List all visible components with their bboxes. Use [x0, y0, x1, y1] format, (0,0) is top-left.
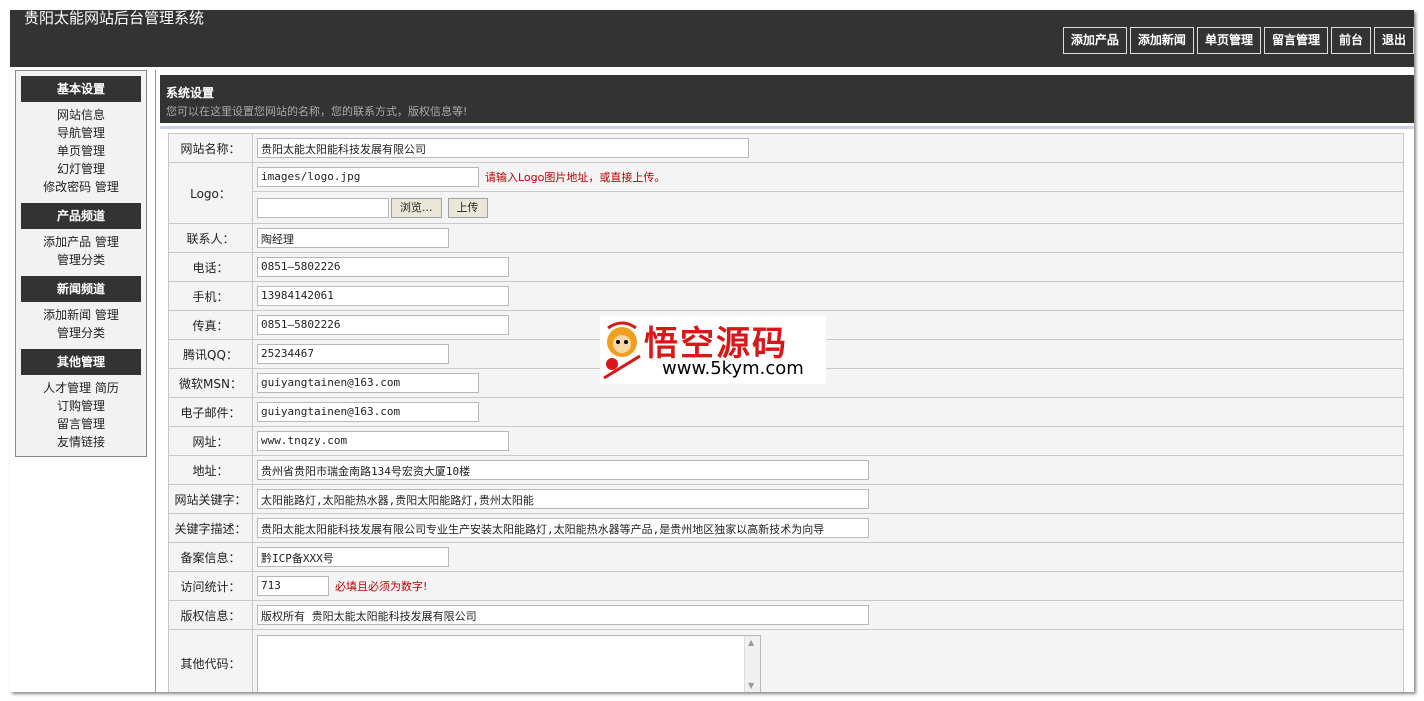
textarea-scrollbar[interactable]: ▲ ▼ [744, 635, 760, 692]
section-header: 系统设置 您可以在这里设置您网站的名称，您的联系方式，版权信息等! [160, 75, 1414, 123]
sidebar-item-add-news[interactable]: 添加新闻 [43, 308, 91, 322]
other-code-textarea[interactable]: ▲ ▼ [257, 634, 761, 692]
settings-form: 网站名称： 贵阳太能太阳能科技发展有限公司 Logo： images/logo.… [168, 133, 1404, 692]
fax-input[interactable]: 0851—5802226 [257, 315, 509, 335]
url-label: 网址： [168, 426, 253, 456]
address-input[interactable]: 贵州省贵阳市瑞金南路134号宏资大厦10楼 [257, 460, 869, 480]
address-label: 地址： [168, 455, 253, 485]
nav-page-manage-button[interactable]: 单页管理 [1196, 27, 1261, 54]
sidebar-item-nav-manage[interactable]: 导航管理 [57, 126, 105, 140]
watermark-url: www.5kym.com [662, 358, 804, 379]
stats-hint: 必填且必须为数字! [335, 580, 428, 593]
sidebar-group-title: 其他管理 [21, 349, 141, 375]
nav-add-product-button[interactable]: 添加产品 [1062, 27, 1127, 54]
sidebar-item-page-manage[interactable]: 单页管理 [57, 144, 105, 158]
upload-button[interactable]: 上传 [447, 197, 488, 218]
sidebar: 基本设置 网站信息 导航管理 单页管理 幻灯管理 修改密码 管理 产品频道 添加… [15, 70, 147, 457]
contact-label: 联系人： [168, 223, 253, 253]
url-input[interactable]: www.tnqzy.com [257, 431, 509, 451]
watermark-logo: 悟空源码 www.5kym.com [600, 316, 826, 384]
nav-add-news-button[interactable]: 添加新闻 [1129, 27, 1194, 54]
other-code-label: 其他代码： [168, 629, 253, 692]
copyright-label: 版权信息： [168, 600, 253, 630]
email-label: 电子邮件： [168, 397, 253, 427]
qq-label: 腾讯QQ： [168, 339, 253, 369]
nav-frontend-button[interactable]: 前台 [1330, 27, 1371, 54]
browse-button[interactable]: 浏览... [391, 197, 442, 218]
icp-label: 备案信息： [168, 542, 253, 572]
mobile-label: 手机： [168, 281, 253, 311]
sidebar-item-product-category[interactable]: 管理分类 [57, 253, 105, 267]
section-description: 您可以在这里设置您网站的名称，您的联系方式，版权信息等! [166, 105, 468, 118]
sidebar-item-site-info[interactable]: 网站信息 [57, 108, 105, 122]
sidebar-item-product-manage[interactable]: 管理 [95, 235, 119, 249]
divider [160, 126, 1414, 129]
sidebar-item-message-manage[interactable]: 留言管理 [57, 417, 105, 431]
contact-input[interactable]: 陶经理 [257, 228, 449, 248]
admin-window: 贵阳太能网站后台管理系统 添加产品 添加新闻 单页管理 留言管理 前台 退出 基… [10, 10, 1414, 692]
logo-file-input[interactable] [257, 197, 389, 218]
sidebar-item-news-manage[interactable]: 管理 [95, 308, 119, 322]
sidebar-item-add-product[interactable]: 添加产品 [43, 235, 91, 249]
stats-label: 访问统计： [168, 571, 253, 601]
logo-label: Logo： [168, 162, 253, 224]
description-label: 关键字描述： [168, 513, 253, 543]
icp-input[interactable]: 黔ICP备XXX号 [257, 547, 449, 567]
site-title: 贵阳太能网站后台管理系统 [24, 10, 205, 27]
top-nav: 添加产品 添加新闻 单页管理 留言管理 前台 退出 [1060, 27, 1414, 54]
site-name-label: 网站名称： [168, 133, 253, 163]
sidebar-item-admin-manage[interactable]: 管理 [95, 180, 119, 194]
msn-input[interactable]: guiyangtainen@163.com [257, 373, 479, 393]
sidebar-item-order-manage[interactable]: 订购管理 [57, 399, 105, 413]
monkey-logo-icon [603, 321, 641, 380]
sidebar-item-friend-links[interactable]: 友情链接 [57, 435, 105, 449]
phone-label: 电话： [168, 252, 253, 282]
scroll-down-icon[interactable]: ▼ [748, 681, 754, 690]
sidebar-item-resume[interactable]: 简历 [95, 381, 119, 395]
phone-input[interactable]: 0851—5802226 [257, 257, 509, 277]
stats-input[interactable]: 713 [257, 576, 329, 596]
msn-label: 微软MSN： [168, 368, 253, 398]
email-input[interactable]: guiyangtainen@163.com [257, 402, 479, 422]
keywords-label: 网站关键字： [168, 484, 253, 514]
site-name-input[interactable]: 贵阳太能太阳能科技发展有限公司 [257, 138, 749, 158]
keywords-input[interactable]: 太阳能路灯,太阳能热水器,贵阳太阳能路灯,贵州太阳能 [257, 489, 869, 509]
sidebar-group-title: 新闻频道 [21, 276, 141, 302]
description-input[interactable]: 贵阳太能太阳能科技发展有限公司专业生产安装太阳能路灯,太阳能热水器等产品,是贵州… [257, 518, 869, 538]
qq-input[interactable]: 25234467 [257, 344, 449, 364]
sidebar-group-title: 产品频道 [21, 203, 141, 229]
section-title: 系统设置 [166, 86, 215, 100]
fax-label: 传真： [168, 310, 253, 340]
sidebar-item-slide-manage[interactable]: 幻灯管理 [57, 162, 105, 176]
logo-path-input[interactable]: images/logo.jpg [257, 167, 479, 187]
logo-hint: 请输入Logo图片地址，或直接上传。 [485, 171, 666, 184]
nav-logout-button[interactable]: 退出 [1373, 27, 1414, 54]
scroll-up-icon[interactable]: ▲ [748, 638, 754, 647]
header-bar: 贵阳太能网站后台管理系统 添加产品 添加新闻 单页管理 留言管理 前台 退出 [10, 10, 1414, 67]
nav-message-manage-button[interactable]: 留言管理 [1263, 27, 1328, 54]
sidebar-item-change-password[interactable]: 修改密码 [43, 180, 91, 194]
sidebar-group-title: 基本设置 [21, 76, 141, 102]
sidebar-item-news-category[interactable]: 管理分类 [57, 326, 105, 340]
sidebar-item-talent-manage[interactable]: 人才管理 [43, 381, 91, 395]
copyright-input[interactable]: 版权所有 贵阳太能太阳能科技发展有限公司 [257, 605, 869, 625]
mobile-input[interactable]: 13984142061 [257, 286, 509, 306]
